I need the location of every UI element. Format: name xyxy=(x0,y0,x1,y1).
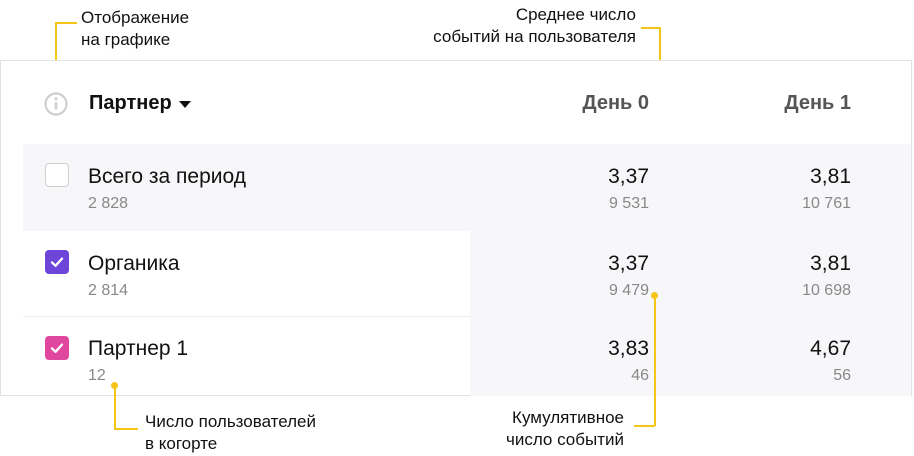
chart-toggle-checkbox[interactable] xyxy=(45,163,69,187)
row-cohort-count: 2 828 xyxy=(88,195,129,212)
cell-total-day-1: 10 698 xyxy=(802,282,851,299)
chevron-down-icon xyxy=(178,101,191,108)
callout-line-2: на графике xyxy=(81,30,171,49)
cell-total-day-1: 56 xyxy=(833,367,851,384)
cell-total-day-1: 10 761 xyxy=(802,195,851,212)
group-by-label: Партнер xyxy=(89,92,172,114)
callout-line-1: Кумулятивное xyxy=(512,408,624,427)
info-icon[interactable] xyxy=(44,92,68,116)
cell-total-day-0: 46 xyxy=(631,367,649,384)
row-cohort-count: 2 814 xyxy=(88,282,129,299)
column-header-day-0: День 0 xyxy=(582,92,649,114)
check-icon xyxy=(50,343,64,353)
row-name: Органика xyxy=(88,252,180,275)
cell-avg-day-1: 3,81 xyxy=(810,165,851,188)
check-icon xyxy=(50,257,64,267)
callout-display-on-chart: Отображение на графике xyxy=(81,7,189,51)
row-name: Всего за период xyxy=(88,165,246,188)
callout-line-1: Среднее число xyxy=(515,5,636,24)
chart-toggle-checkbox[interactable] xyxy=(45,250,69,274)
callout-connector xyxy=(55,22,77,24)
cell-total-day-0: 9 479 xyxy=(608,282,649,299)
callout-avg-events: Среднее число событий на пользователя xyxy=(433,4,636,48)
cell-avg-day-1: 3,81 xyxy=(810,252,851,275)
callout-line-2: событий на пользователя xyxy=(433,27,636,46)
cell-total-day-0: 9 531 xyxy=(608,195,649,212)
callout-connector xyxy=(654,295,656,426)
callout-line-1: Число пользователей xyxy=(145,412,317,431)
callout-line-2: число событий xyxy=(505,430,624,449)
cell-avg-day-1: 4,67 xyxy=(810,337,851,360)
callout-cumulative-events: Кумулятивное число событий xyxy=(506,407,624,451)
row-name: Партнер 1 xyxy=(88,337,189,360)
callout-connector xyxy=(641,27,660,29)
callout-line-2: в когорте xyxy=(145,434,218,453)
callout-connector xyxy=(634,425,655,427)
callout-line-1: Отображение xyxy=(81,8,190,27)
callout-connector xyxy=(114,428,138,430)
cohort-table: Партнер День 0 День 1 Всего за период 2 … xyxy=(0,60,912,396)
cell-avg-day-0: 3,37 xyxy=(608,165,649,188)
group-by-dropdown[interactable]: Партнер xyxy=(89,92,191,115)
column-header-day-1: День 1 xyxy=(784,92,851,114)
row-divider xyxy=(23,316,470,317)
row-cohort-count: 12 xyxy=(88,367,106,384)
cell-avg-day-0: 3,83 xyxy=(608,337,649,360)
callout-connector xyxy=(114,385,116,429)
callout-cohort-users: Число пользователей в когорте xyxy=(145,411,316,455)
chart-toggle-checkbox[interactable] xyxy=(45,336,69,360)
cell-avg-day-0: 3,37 xyxy=(608,252,649,275)
